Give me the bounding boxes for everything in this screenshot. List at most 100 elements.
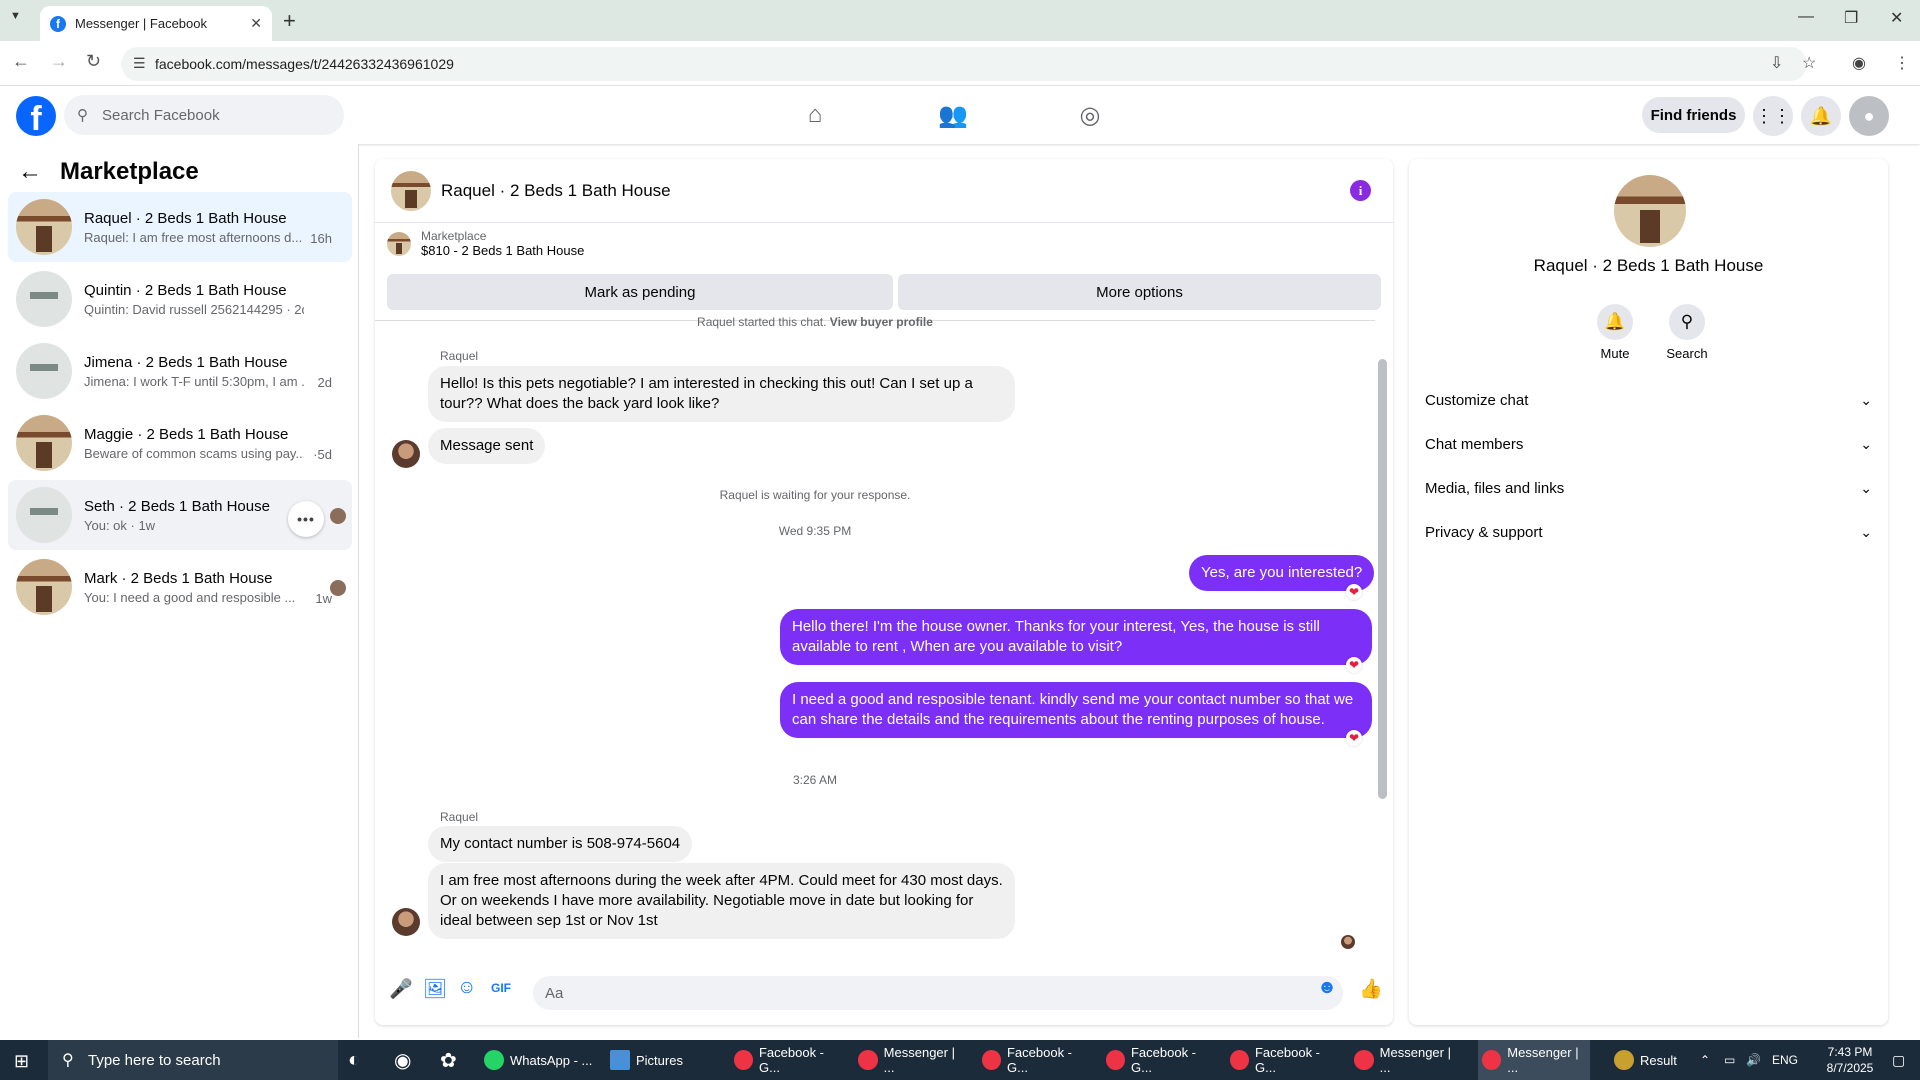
marketplace-listing[interactable]: Marketplace $810 - 2 Beds 1 Bath House: [387, 229, 584, 258]
thumbs-up-icon[interactable]: 👍: [1359, 977, 1383, 1001]
taskbar-app-whatsapp[interactable]: WhatsApp - ...: [484, 1040, 594, 1080]
mark-as-pending-button[interactable]: Mark as pending: [387, 274, 893, 310]
install-icon[interactable]: ⇩: [1770, 53, 1783, 73]
friends-icon[interactable]: 👥: [936, 98, 970, 132]
gif-icon[interactable]: GIF: [491, 981, 511, 995]
address-bar[interactable]: ☰ facebook.com/messages/t/24426332436961…: [121, 47, 1807, 81]
taskbar-app-label: Messenger | ...: [1507, 1045, 1579, 1075]
widget-icon: [1614, 1050, 1634, 1070]
volume-icon[interactable]: 🔊: [1746, 1052, 1761, 1068]
back-arrow-icon[interactable]: ←: [18, 158, 42, 186]
bookmark-star-icon[interactable]: ☆: [1802, 53, 1816, 73]
chat-title[interactable]: Raquel · 2 Beds 1 Bath House: [441, 181, 671, 201]
network-icon[interactable]: ▭: [1724, 1052, 1735, 1068]
customize-chat-section[interactable]: Customize chat ⌄: [1425, 382, 1872, 418]
conversation-item[interactable]: Seth · 2 Beds 1 Bath House You: ok · 1w …: [8, 480, 352, 550]
info-icon[interactable]: i: [1350, 180, 1371, 201]
forward-icon[interactable]: →: [50, 51, 68, 72]
taskbar-app-messenger[interactable]: Messenger | ...: [858, 1040, 968, 1080]
more-options-dots-icon[interactable]: •••: [288, 501, 324, 537]
outgoing-message[interactable]: I need a good and resposible tenant. kin…: [780, 682, 1372, 738]
clock[interactable]: 7:43 PM 8/7/2025: [1815, 1044, 1885, 1076]
taskbar-app-messenger[interactable]: Messenger | ...: [1354, 1040, 1464, 1080]
scrollbar[interactable]: [1378, 359, 1387, 799]
sticker-icon[interactable]: ☺: [457, 977, 476, 999]
minimize-icon[interactable]: —: [1798, 8, 1814, 26]
site-info-icon[interactable]: ☰: [133, 55, 146, 72]
conversation-item[interactable]: Quintin · 2 Beds 1 Bath House Quintin: D…: [8, 264, 352, 334]
chat-avatar[interactable]: [391, 170, 431, 211]
incoming-message[interactable]: My contact number is 508-974-5604: [428, 826, 693, 862]
account-avatar[interactable]: ●: [1849, 96, 1889, 136]
facebook-search-input[interactable]: ⚲ Search Facebook: [64, 95, 344, 135]
marketplace-label: Marketplace: [421, 229, 487, 243]
more-options-button[interactable]: More options: [898, 274, 1381, 310]
chrome-icon: [1106, 1050, 1125, 1070]
conversation-item[interactable]: Raquel · 2 Beds 1 Bath House Raquel: I a…: [8, 192, 352, 262]
conversation-item[interactable]: Mark · 2 Beds 1 Bath House You: I need a…: [8, 552, 352, 622]
heart-reaction-icon[interactable]: ❤: [1346, 584, 1362, 600]
close-window-icon[interactable]: ✕: [1890, 8, 1903, 28]
language-indicator[interactable]: ENG: [1772, 1052, 1798, 1068]
app-icon[interactable]: ✿: [440, 1040, 457, 1080]
privacy-support-section[interactable]: Privacy & support ⌄: [1425, 514, 1872, 550]
view-buyer-profile-link[interactable]: View buyer profile: [830, 315, 933, 329]
menu-grid-icon[interactable]: ⋮⋮: [1753, 96, 1793, 136]
weather-result-widget[interactable]: Result: [1614, 1040, 1677, 1080]
outgoing-message[interactable]: Hello there! I'm the house owner. Thanks…: [780, 609, 1372, 665]
profile-icon[interactable]: ◉: [1852, 53, 1866, 73]
firefox-icon[interactable]: ◉: [394, 1040, 411, 1080]
listing-thumbnail: [16, 199, 72, 255]
tray-chevron-icon[interactable]: ⌃: [1700, 1052, 1710, 1068]
emoji-icon[interactable]: ☻: [1317, 977, 1337, 999]
contact-avatar[interactable]: [1614, 175, 1686, 247]
find-friends-button[interactable]: Find friends: [1642, 97, 1745, 133]
photo-icon[interactable]: 🖼: [423, 977, 447, 1001]
new-tab-icon[interactable]: +: [283, 8, 296, 34]
contact-name: Raquel · 2 Beds 1 Bath House: [1533, 256, 1764, 275]
incoming-message[interactable]: Hello! Is this pets negotiable? I am int…: [428, 366, 1015, 422]
timestamp: Wed 9:35 PM: [778, 524, 852, 538]
home-icon[interactable]: ⌂: [798, 98, 832, 132]
notifications-bell-icon[interactable]: 🔔: [1801, 96, 1841, 136]
mute-button[interactable]: 🔔 Mute: [1585, 304, 1645, 361]
heart-reaction-icon[interactable]: ❤: [1346, 657, 1362, 673]
taskbar-app-facebook[interactable]: Facebook - G...: [1106, 1040, 1216, 1080]
taskbar-app-messenger[interactable]: Messenger | ...: [1478, 1040, 1590, 1080]
sender-avatar[interactable]: [392, 908, 420, 936]
notification-center-icon[interactable]: ▢: [1892, 1052, 1905, 1068]
taskbar-app-facebook[interactable]: Facebook - G...: [1230, 1040, 1340, 1080]
menu-icon[interactable]: ⋮: [1894, 53, 1910, 73]
taskbar-app-pictures[interactable]: Pictures: [610, 1040, 720, 1080]
taskbar-search-input[interactable]: ⚲ Type here to search: [48, 1040, 338, 1080]
conversation-item[interactable]: Maggie · 2 Beds 1 Bath House Beware of c…: [8, 408, 352, 478]
message-composer: 🎤 🖼 ☺ GIF Aa ☻ 👍: [375, 959, 1393, 1025]
conversation-name: Mark · 2 Beds 1 Bath House: [84, 569, 273, 587]
incoming-message[interactable]: Message sent: [428, 428, 546, 464]
chevron-down-icon: ⌄: [1860, 391, 1872, 408]
restore-icon[interactable]: ❐: [1844, 8, 1858, 28]
incoming-message[interactable]: I am free most afternoons during the wee…: [428, 863, 1015, 939]
browser-tab[interactable]: f Messenger | Facebook ✕: [40, 6, 272, 41]
taskbar-app-label: Messenger | ...: [883, 1045, 955, 1075]
listing-thumbnail: [16, 415, 72, 471]
close-tab-icon[interactable]: ✕: [250, 15, 262, 32]
taskbar-app-facebook[interactable]: Facebook - G...: [734, 1040, 844, 1080]
media-files-section[interactable]: Media, files and links ⌄: [1425, 470, 1872, 506]
windows-start-icon[interactable]: ⊞: [14, 1051, 29, 1072]
outgoing-message[interactable]: Yes, are you interested?: [1189, 555, 1375, 591]
heart-reaction-icon[interactable]: ❤: [1346, 730, 1362, 746]
sender-avatar[interactable]: [392, 440, 420, 468]
chat-members-section[interactable]: Chat members ⌄: [1425, 426, 1872, 462]
edge-icon[interactable]: ◐: [348, 1040, 360, 1080]
groups-icon[interactable]: ◎: [1073, 98, 1107, 132]
message-input[interactable]: Aa: [533, 976, 1343, 1010]
taskbar-app-facebook[interactable]: Facebook - G...: [982, 1040, 1092, 1080]
microphone-icon[interactable]: 🎤: [389, 977, 413, 1001]
back-icon[interactable]: ←: [12, 51, 30, 72]
search-button[interactable]: ⚲ Search: [1657, 304, 1717, 361]
tab-search-icon[interactable]: ▼: [10, 10, 21, 22]
conversation-item[interactable]: Jimena · 2 Beds 1 Bath House Jimena: I w…: [8, 336, 352, 406]
facebook-logo-icon[interactable]: f: [16, 96, 56, 136]
reload-icon[interactable]: ↻: [86, 51, 101, 72]
